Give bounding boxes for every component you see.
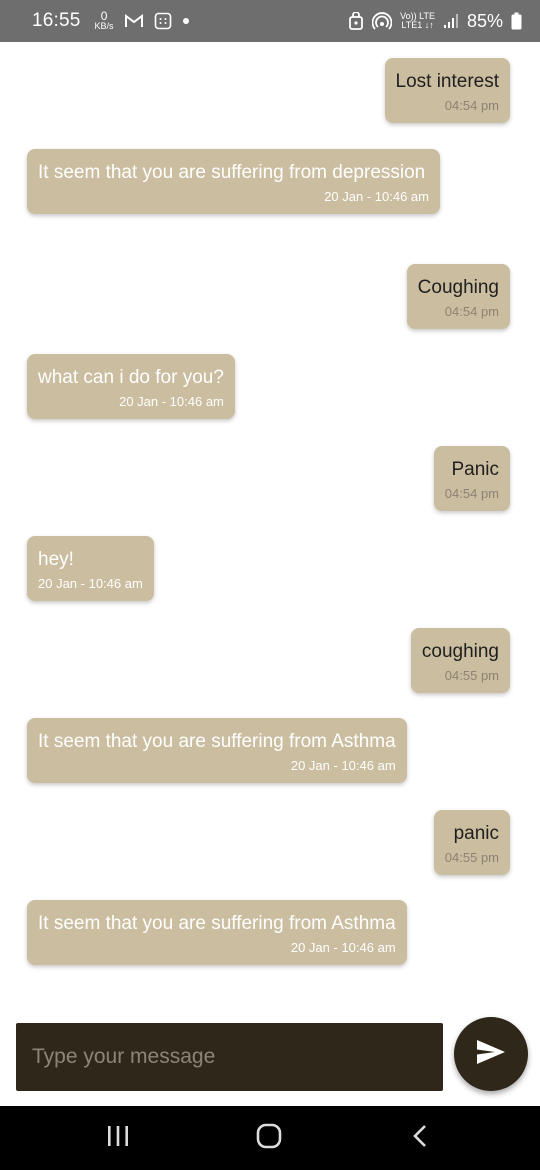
recent-apps-button[interactable] [98, 1122, 138, 1154]
back-button[interactable] [400, 1122, 440, 1154]
send-button[interactable] [454, 1017, 528, 1091]
message-timestamp: 20 Jan - 10:46 am [324, 189, 429, 204]
back-icon [412, 1124, 428, 1153]
message-text: hey! [38, 549, 74, 570]
system-navigation-bar [0, 1106, 540, 1170]
recent-apps-icon [106, 1125, 130, 1152]
signal-icon [443, 13, 459, 29]
network-speed: 0 KB/s [94, 10, 114, 31]
volte-indicator: Vo)) LTE LTE1 ↓↑ [400, 12, 435, 30]
message-timestamp: 20 Jan - 10:46 am [38, 576, 143, 591]
message-timestamp: 20 Jan - 10:46 am [290, 940, 396, 955]
hotspot-icon [372, 12, 393, 30]
message-timestamp: 04:54 pm [444, 304, 499, 319]
alarm-lock-icon [348, 12, 364, 30]
message-timestamp: 04:54 pm [444, 486, 499, 501]
battery-icon [511, 12, 522, 30]
network-speed-unit: KB/s [94, 21, 114, 31]
message-text: coughing [421, 641, 499, 662]
message-text: Panic [451, 459, 499, 480]
message-timestamp: 20 Jan - 10:46 am [119, 394, 224, 409]
message-text: Lost interest [395, 71, 500, 92]
status-right: Vo)) LTE LTE1 ↓↑ 85% [348, 11, 522, 32]
send-icon [475, 1038, 507, 1071]
message-bubble-bot: what can i do for you? 20 Jan - 10:46 am [27, 354, 235, 419]
gmail-icon [124, 13, 144, 29]
message-bubble-bot: It seem that you are suffering from Asth… [27, 900, 407, 965]
status-time: 16:55 [32, 10, 81, 31]
message-timestamp: 04:54 pm [444, 98, 499, 113]
status-bar: 16:55 0 KB/s Vo)) LTE LTE1 ↓↑ 85% [0, 0, 540, 42]
message-bubble-user: panic 04:55 pm [433, 810, 510, 875]
calculator-icon [154, 12, 172, 30]
message-bubble-bot: hey! 20 Jan - 10:46 am [27, 536, 154, 601]
chat-message-list[interactable]: Lost interest 04:54 pm It seem that you … [0, 42, 540, 1002]
message-input-container[interactable] [16, 1023, 443, 1091]
message-text: It seem that you are suffering from depr… [38, 162, 426, 183]
message-bubble-user: Coughing 04:54 pm [406, 264, 510, 329]
message-bubble-user: Panic 04:54 pm [433, 446, 510, 511]
volte-bottom-text: LTE1 ↓↑ [401, 20, 434, 30]
message-timestamp: 20 Jan - 10:46 am [290, 758, 396, 773]
message-bubble-user: Lost interest 04:54 pm [384, 58, 510, 123]
message-text: It seem that you are suffering from Asth… [38, 913, 396, 934]
message-text: what can i do for you? [38, 367, 224, 388]
notification-dot-icon [182, 17, 190, 25]
message-text: It seem that you are suffering from Asth… [38, 731, 396, 752]
message-bubble-bot: It seem that you are suffering from depr… [27, 149, 440, 214]
message-bubble-bot: It seem that you are suffering from Asth… [27, 718, 407, 783]
home-button[interactable] [249, 1122, 289, 1154]
home-icon [256, 1123, 282, 1154]
battery-percent: 85% [466, 10, 503, 31]
message-input[interactable] [30, 1044, 429, 1070]
message-text: Coughing [417, 277, 499, 298]
message-timestamp: 04:55 pm [444, 668, 499, 683]
status-left: 16:55 0 KB/s [32, 10, 190, 32]
message-timestamp: 04:55 pm [444, 850, 499, 865]
message-text: panic [453, 823, 499, 844]
message-bubble-user: coughing 04:55 pm [410, 628, 510, 693]
